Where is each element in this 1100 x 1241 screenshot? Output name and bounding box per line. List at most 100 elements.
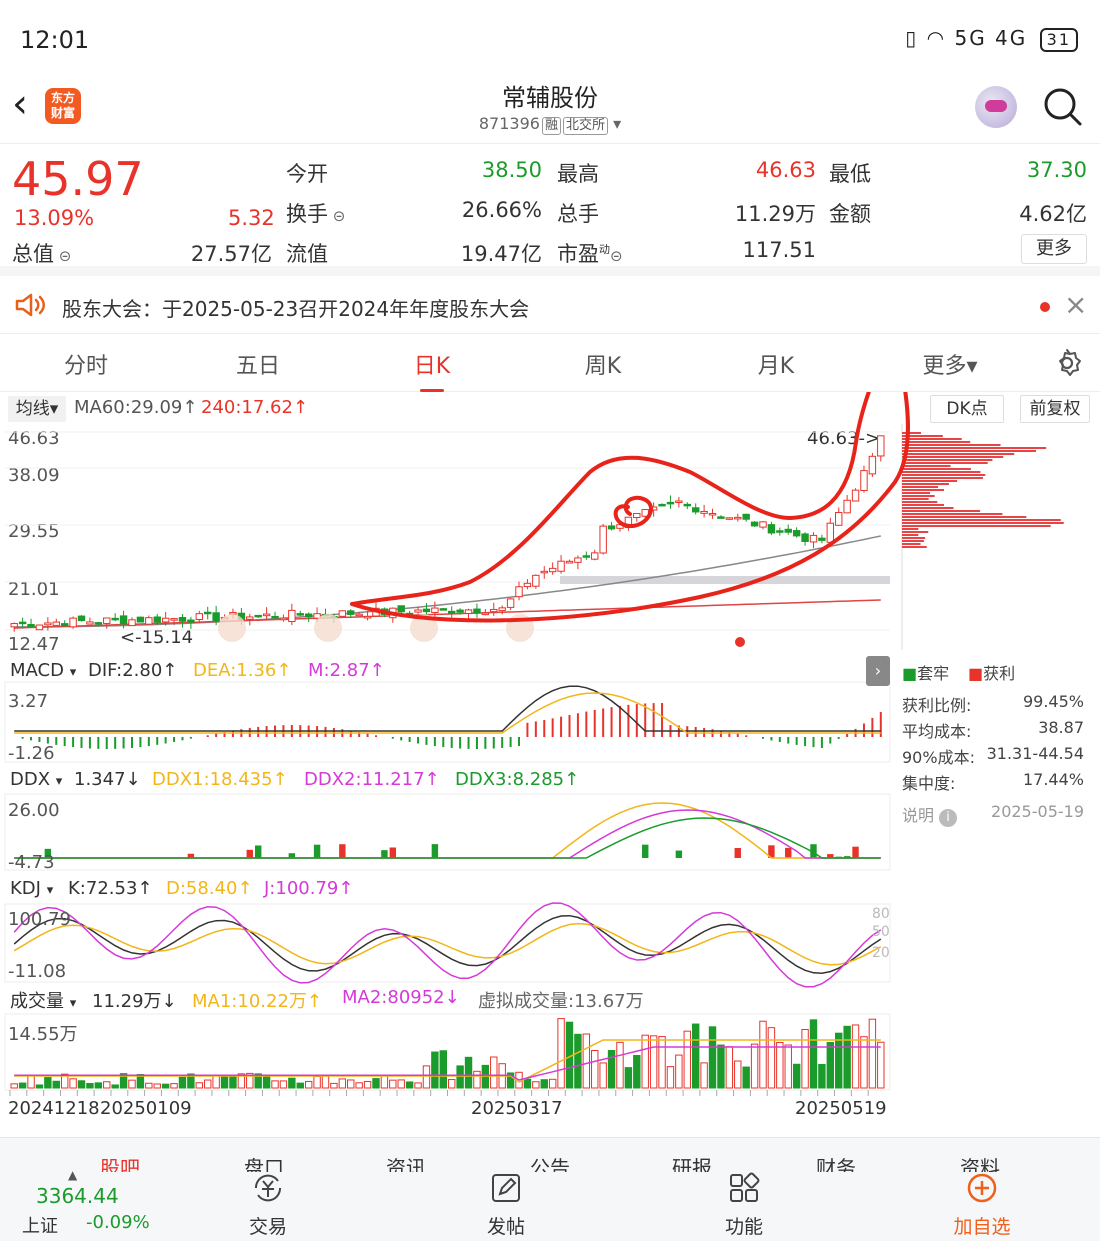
chip-stat-value: 38.87: [1038, 718, 1084, 737]
ddx1-value: DDX1:18.435↑: [152, 769, 288, 790]
chip-bar: [902, 546, 927, 548]
volume-bar: [153, 1083, 161, 1089]
candle: [86, 621, 94, 625]
nav-post[interactable]: 发帖: [456, 1170, 556, 1239]
quote-panel: 45.97 13.09% 5.32 今开 38.50 最高 46.63 最低 3…: [0, 144, 1100, 276]
tab-announcement[interactable]: 公告: [510, 1152, 590, 1172]
candle: [111, 617, 119, 621]
more-button[interactable]: 更多: [1021, 234, 1087, 264]
candle: [414, 609, 422, 613]
nav-trade[interactable]: 交易: [218, 1170, 318, 1239]
chip-bar: [902, 510, 981, 512]
tab-news[interactable]: 资讯: [366, 1152, 446, 1172]
volume-bar: [397, 1079, 405, 1089]
nav-functions[interactable]: 功能: [694, 1170, 794, 1239]
chip-bar: [902, 483, 949, 485]
tab-monthly-k[interactable]: 月K: [740, 348, 812, 380]
stock-header: ‹ 东方 财富 常辅股份 871396 融北交所 ▾: [0, 78, 1100, 144]
candle: [868, 455, 877, 475]
kdj-select[interactable]: KDJ ▾: [10, 878, 53, 899]
tab-finance[interactable]: 财务: [796, 1152, 876, 1172]
volume-select[interactable]: 成交量 ▾: [10, 987, 76, 1013]
chip-bar: [902, 531, 929, 533]
tab-pankou[interactable]: 盘口: [224, 1152, 304, 1172]
expand-arrow-icon[interactable]: ›: [866, 656, 890, 686]
chip-stat-value: 31.31-44.54: [986, 744, 1084, 763]
pe-label: 市盈动⊝: [557, 242, 623, 266]
candle: [658, 503, 666, 507]
high-value: 46.63: [755, 158, 816, 182]
ddx2-line: [14, 809, 881, 859]
search-icon[interactable]: [1040, 84, 1086, 130]
nav-add-watchlist[interactable]: 加自选: [932, 1170, 1032, 1239]
ddx-top: 26.00: [8, 800, 60, 821]
volume-ma2: MA2:80952↓: [342, 987, 460, 1008]
kdj-k: K:72.53↑: [68, 878, 153, 899]
chip-bar: [902, 471, 981, 473]
ddx-bottom: -4.73: [8, 852, 55, 873]
chip-bar: [902, 477, 983, 479]
notice-bar[interactable]: 股东大会：于2025-05-23召开2024年年度股东大会 ×: [0, 276, 1100, 334]
volume-bar: [35, 1084, 44, 1089]
chip-bar: [902, 441, 971, 443]
candle: [456, 609, 464, 613]
volume-value: 11.29万: [734, 202, 816, 226]
kdj-d: D:58.40↑: [166, 878, 253, 899]
kdj-j: J:100.79↑: [264, 878, 354, 899]
candle: [540, 570, 548, 574]
tab-minute[interactable]: 分时: [50, 348, 122, 380]
candle: [338, 610, 347, 617]
volume-bar: [658, 1036, 666, 1089]
kdj-panel: [4, 902, 891, 988]
volume-bar: [464, 1056, 473, 1089]
nav-arrow-bg: [314, 614, 342, 642]
candle: [10, 623, 18, 628]
macd-select[interactable]: MACD ▾: [10, 660, 76, 681]
ddx-select[interactable]: DDX ▾: [10, 769, 62, 790]
candle: [178, 617, 187, 622]
candle: [119, 615, 128, 625]
edit-post-icon: [492, 1174, 520, 1202]
ddx-bar: [339, 844, 346, 858]
chip-bar: [902, 432, 922, 434]
chip-stat-label: 平均成本:: [902, 722, 972, 741]
volume-bar: [389, 1079, 397, 1089]
candle: [633, 512, 641, 519]
candle: [355, 613, 363, 617]
volume-bar: [717, 1044, 725, 1089]
candle: [742, 513, 750, 520]
macd-dea: DEA:1.36↑: [193, 660, 292, 681]
tab-weekly-k[interactable]: 周K: [567, 348, 639, 380]
tab-guba[interactable]: 股吧: [80, 1152, 160, 1172]
ddx-bar: [254, 845, 262, 858]
volume-bar: [591, 1050, 599, 1089]
candle: [851, 489, 860, 502]
kdj-right-20: 20: [872, 945, 890, 961]
volume-bar: [422, 1065, 431, 1089]
chip-bar: [902, 540, 924, 542]
candle: [18, 621, 27, 625]
tab-research[interactable]: 研报: [652, 1152, 732, 1172]
chip-stat-label: 获利比例:: [902, 696, 972, 715]
tab-5day[interactable]: 五日: [222, 348, 294, 380]
candle: [548, 567, 557, 573]
volume-bar: [10, 1083, 18, 1089]
close-icon[interactable]: ×: [1064, 288, 1087, 321]
chip-bar: [902, 519, 1061, 521]
tab-profile[interactable]: 资料: [940, 1152, 1020, 1172]
chip-bar: [902, 495, 935, 497]
volume-bar: [641, 1034, 649, 1089]
tab-daily-k[interactable]: 日K: [396, 348, 468, 392]
candle: [750, 521, 759, 527]
chip-bar: [902, 447, 1047, 449]
settings-gear-icon[interactable]: [1052, 348, 1082, 378]
chip-note[interactable]: 说明 i: [902, 802, 958, 827]
candle: [347, 610, 355, 615]
chevron-down-icon[interactable]: ▾: [613, 114, 621, 133]
candle: [448, 610, 456, 614]
kdj-d-line: [13, 922, 882, 966]
kdj-top: 100.79: [8, 909, 71, 930]
tab-more[interactable]: 更多▾: [910, 348, 990, 380]
assistant-avatar-icon[interactable]: [975, 86, 1017, 128]
kdj-k-line: [13, 914, 882, 974]
